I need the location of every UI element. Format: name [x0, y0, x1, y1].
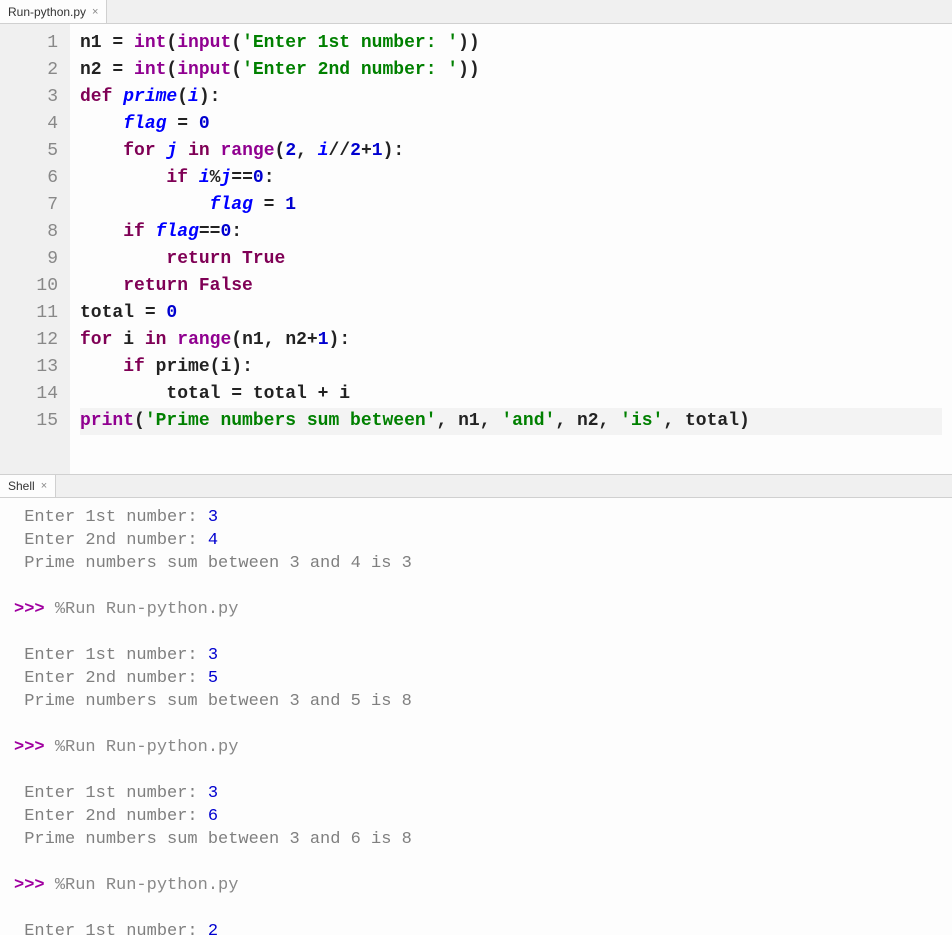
- shell-line: Enter 1st number: 3: [14, 782, 938, 805]
- code-line[interactable]: return True: [80, 246, 942, 273]
- line-number: 7: [6, 192, 58, 219]
- shell-line: Enter 1st number: 3: [14, 644, 938, 667]
- line-number: 8: [6, 219, 58, 246]
- shell-line: Enter 2nd number: 6: [14, 805, 938, 828]
- close-icon[interactable]: ×: [41, 480, 47, 492]
- shell-tab-bar: Shell ×: [0, 474, 952, 498]
- shell-line: Enter 2nd number: 5: [14, 667, 938, 690]
- editor-tab[interactable]: Run-python.py ×: [0, 0, 107, 23]
- shell-line: >>> %Run Run-python.py: [14, 736, 938, 759]
- line-number: 10: [6, 273, 58, 300]
- shell-line: Prime numbers sum between 3 and 6 is 8: [14, 828, 938, 851]
- line-number: 1: [6, 30, 58, 57]
- line-number: 6: [6, 165, 58, 192]
- shell-line: Enter 2nd number: 4: [14, 529, 938, 552]
- shell-line: Prime numbers sum between 3 and 5 is 8: [14, 690, 938, 713]
- line-number: 14: [6, 381, 58, 408]
- shell-line: Enter 1st number: 2: [14, 920, 938, 935]
- code-line[interactable]: total = total + i: [80, 381, 942, 408]
- line-number: 5: [6, 138, 58, 165]
- close-icon[interactable]: ×: [92, 6, 98, 18]
- code-line[interactable]: return False: [80, 273, 942, 300]
- code-area[interactable]: n1 = int(input('Enter 1st number: '))n2 …: [70, 24, 952, 474]
- code-line[interactable]: if flag==0:: [80, 219, 942, 246]
- line-number: 9: [6, 246, 58, 273]
- code-line[interactable]: for j in range(2, i//2+1):: [80, 138, 942, 165]
- code-line[interactable]: print('Prime numbers sum between', n1, '…: [80, 408, 942, 435]
- code-line[interactable]: for i in range(n1, n2+1):: [80, 327, 942, 354]
- code-line[interactable]: total = 0: [80, 300, 942, 327]
- line-number: 15: [6, 408, 58, 435]
- code-line[interactable]: flag = 1: [80, 192, 942, 219]
- shell-tab[interactable]: Shell ×: [0, 475, 56, 497]
- line-number: 13: [6, 354, 58, 381]
- code-line[interactable]: n2 = int(input('Enter 2nd number: ')): [80, 57, 942, 84]
- code-line[interactable]: if i%j==0:: [80, 165, 942, 192]
- line-number: 3: [6, 84, 58, 111]
- editor-tab-label: Run-python.py: [8, 5, 86, 19]
- code-line[interactable]: n1 = int(input('Enter 1st number: ')): [80, 30, 942, 57]
- line-number: 12: [6, 327, 58, 354]
- line-number: 2: [6, 57, 58, 84]
- line-number: 4: [6, 111, 58, 138]
- code-editor[interactable]: 123456789101112131415 n1 = int(input('En…: [0, 24, 952, 474]
- shell-line: Enter 1st number: 3: [14, 506, 938, 529]
- code-line[interactable]: if prime(i):: [80, 354, 942, 381]
- shell-line: Prime numbers sum between 3 and 4 is 3: [14, 552, 938, 575]
- line-number: 11: [6, 300, 58, 327]
- editor-tab-bar: Run-python.py ×: [0, 0, 952, 24]
- code-line[interactable]: def prime(i):: [80, 84, 942, 111]
- shell-tab-label: Shell: [8, 479, 35, 493]
- line-number-gutter: 123456789101112131415: [0, 24, 70, 474]
- shell-line: >>> %Run Run-python.py: [14, 598, 938, 621]
- shell-output[interactable]: Enter 1st number: 3 Enter 2nd number: 4 …: [0, 498, 952, 935]
- code-line[interactable]: flag = 0: [80, 111, 942, 138]
- shell-line: >>> %Run Run-python.py: [14, 874, 938, 897]
